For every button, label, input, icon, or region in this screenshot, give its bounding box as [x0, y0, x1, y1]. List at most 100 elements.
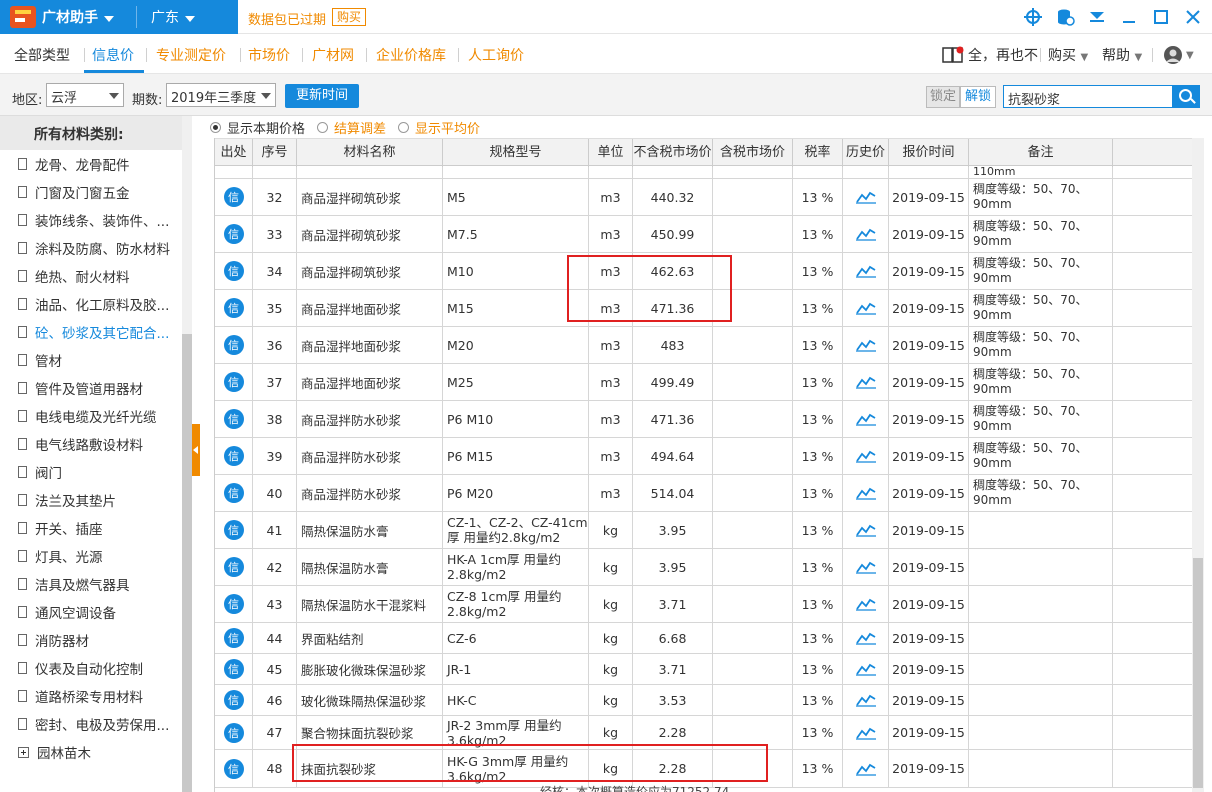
expand-icon[interactable] [18, 746, 29, 758]
settings-menu[interactable]: ▼ [1162, 45, 1194, 65]
radio-current-price[interactable] [210, 121, 221, 133]
trend-chart-icon[interactable] [855, 338, 876, 352]
trend-chart-icon[interactable] [855, 190, 876, 204]
info-source-icon[interactable]: 信 [223, 659, 244, 679]
table-row[interactable]: 110mm [215, 165, 1192, 179]
info-source-icon[interactable]: 信 [223, 446, 244, 466]
info-source-icon[interactable]: 信 [223, 758, 244, 779]
sidebar-item[interactable]: 绝热、耐火材料 [18, 262, 180, 290]
trend-chart-icon[interactable] [855, 523, 876, 537]
sidebar-item[interactable]: 洁具及燃气器具 [18, 570, 180, 598]
sidebar-item[interactable]: 砼、砂浆及其它配合... [18, 318, 180, 346]
locate-icon[interactable] [1022, 6, 1044, 28]
sidebar-item[interactable]: 油品、化工原料及胶... [18, 290, 180, 318]
info-source-icon[interactable]: 信 [223, 372, 244, 392]
buy-menu[interactable]: 购买 ▼ [1048, 45, 1088, 65]
col-number[interactable]: 序号 [253, 139, 297, 167]
table-row[interactable]: 信 46 玻化微珠隔热保温砂浆 HK-C kg 3.53 13 % 2019-09-15 [215, 685, 1192, 716]
lock-button[interactable]: 锁定 [926, 86, 960, 108]
search-icon[interactable] [1172, 85, 1200, 108]
info-source-icon[interactable]: 信 [223, 722, 244, 743]
info-source-icon[interactable]: 信 [223, 628, 244, 648]
period-select[interactable]: 2019年三季度 [166, 83, 276, 107]
trend-chart-icon[interactable] [855, 726, 876, 740]
sidebar-item[interactable]: 道路桥梁专用材料 [18, 682, 180, 710]
province-menu[interactable]: 广东 [151, 7, 195, 27]
database-icon[interactable] [1054, 6, 1076, 28]
table-scrollbar[interactable] [1192, 138, 1204, 792]
unlock-button[interactable]: 解锁 [960, 86, 996, 108]
table-row[interactable]: 信 41 隔热保温防水膏 CZ-1、CZ-2、CZ-41cm 厚 用量约2.8kg/m… [215, 512, 1192, 549]
close-icon[interactable] [1182, 6, 1204, 28]
trend-chart-icon[interactable] [855, 227, 876, 241]
sidebar-item[interactable]: 园林苗木 [18, 738, 180, 766]
col-history[interactable]: 历史价 [843, 139, 889, 167]
table-row[interactable]: 信 32 商品湿拌砌筑砂浆 M5 m3 440.32 13 % 2019-09-15 稠度等级：… [215, 179, 1192, 216]
app-name-menu[interactable]: 广材助手 [42, 7, 122, 27]
trend-chart-icon[interactable] [855, 301, 876, 315]
trend-chart-icon[interactable] [855, 375, 876, 389]
trend-chart-icon[interactable] [855, 486, 876, 500]
col-material-name[interactable]: 材料名称 [297, 139, 443, 167]
sidebar-item[interactable]: 通风空调设备 [18, 598, 180, 626]
update-time-button[interactable]: 更新时间 [285, 84, 359, 108]
sidebar-item[interactable]: 密封、电极及劳保用... [18, 710, 180, 738]
buy-button[interactable]: 购买 [332, 8, 367, 26]
radio-average-price[interactable] [398, 121, 410, 133]
tab-material-net[interactable]: 广材网 [312, 45, 354, 65]
sidebar-item[interactable]: 龙骨、龙骨配件 [18, 150, 180, 178]
tab-professional-price[interactable]: 专业测定价 [156, 45, 226, 65]
col-remarks[interactable]: 备注 [969, 139, 1113, 167]
maximize-icon[interactable] [1150, 6, 1172, 28]
tab-enterprise-price[interactable]: 企业价格库 [376, 45, 446, 65]
sidebar-item[interactable]: 装饰线条、装饰件、... [18, 206, 180, 234]
table-row[interactable]: 信 37 商品湿拌地面砂浆 M25 m3 499.49 13 % 2019-09-15 稠度等级… [215, 364, 1192, 401]
sidebar-item[interactable]: 仪表及自动化控制 [18, 654, 180, 682]
user-account[interactable]: 全，再也不 [942, 45, 1038, 65]
sidebar-item[interactable]: 管件及管道用器材 [18, 374, 180, 402]
table-row[interactable]: 信 39 商品湿拌防水砂浆 P6 M15 m3 494.64 13 % 2019-09-15 稠… [215, 438, 1192, 475]
trend-chart-icon[interactable] [855, 762, 876, 776]
info-source-icon[interactable]: 信 [223, 594, 244, 614]
table-row[interactable]: 信 35 商品湿拌地面砂浆 M15 m3 471.36 13 % 2019-09-15 稠度等级… [215, 290, 1192, 327]
sidebar-scrollbar[interactable] [182, 116, 192, 792]
trend-chart-icon[interactable] [855, 631, 876, 645]
table-row[interactable]: 信 33 商品湿拌砌筑砂浆 M7.5 m3 450.99 13 % 2019-09-15 稠度等… [215, 216, 1192, 253]
sidebar-item[interactable]: 涂料及防腐、防水材料 [18, 234, 180, 262]
scrollbar-thumb[interactable] [182, 334, 192, 792]
info-source-icon[interactable]: 信 [223, 261, 244, 281]
info-source-icon[interactable]: 信 [223, 483, 244, 503]
collapse-sidebar-handle[interactable] [192, 424, 200, 476]
trend-chart-icon[interactable] [855, 693, 876, 707]
trend-chart-icon[interactable] [855, 264, 876, 278]
info-source-icon[interactable]: 信 [223, 409, 244, 429]
trend-chart-icon[interactable] [855, 412, 876, 426]
search-input[interactable]: 抗裂砂浆 [1003, 85, 1173, 108]
table-row[interactable]: 信 34 商品湿拌砌筑砂浆 M10 m3 462.63 13 % 2019-09-15 稠度等级… [215, 253, 1192, 290]
trend-chart-icon[interactable] [855, 449, 876, 463]
tab-market-price[interactable]: 市场价 [248, 45, 290, 65]
tab-labor-inquiry[interactable]: 人工询价 [468, 45, 524, 65]
scrollbar-thumb[interactable] [1193, 558, 1203, 788]
sidebar-item[interactable]: 电气线路敷设材料 [18, 430, 180, 458]
table-row[interactable]: 信 36 商品湿拌地面砂浆 M20 m3 483 13 % 2019-09-15 稠度等级：50… [215, 327, 1192, 364]
trend-chart-icon[interactable] [855, 597, 876, 611]
col-tax-rate[interactable]: 税率 [793, 139, 843, 167]
info-source-icon[interactable]: 信 [223, 520, 244, 540]
sidebar-item[interactable]: 开关、插座 [18, 514, 180, 542]
sidebar-item[interactable]: 管材 [18, 346, 180, 374]
table-row[interactable]: 信 42 隔热保温防水膏 HK-A 1cm厚 用量约 2.8kg/m2 kg 3.95 13… [215, 549, 1192, 586]
col-price-incl-tax[interactable]: 含税市场价 [713, 139, 793, 167]
sidebar-item[interactable]: 门窗及门窗五金 [18, 178, 180, 206]
info-source-icon[interactable]: 信 [223, 187, 244, 207]
col-price-excl-tax[interactable]: 不含税市场价 [633, 139, 713, 167]
table-row[interactable]: 信 43 隔热保温防水干混浆料 CZ-8 1cm厚 用量约 2.8kg/m2 kg 3.7… [215, 586, 1192, 623]
sidebar-item[interactable]: 法兰及其垫片 [18, 486, 180, 514]
col-quote-date[interactable]: 报价时间 [889, 139, 969, 167]
table-row[interactable]: 信 45 膨胀玻化微珠保温砂浆 JR-1 kg 3.71 13 % 2019-09-15 [215, 654, 1192, 685]
info-source-icon[interactable]: 信 [223, 690, 244, 710]
minimize-icon[interactable] [1118, 6, 1140, 28]
col-source[interactable]: 出处 [215, 139, 253, 167]
table-row[interactable]: 信 44 界面粘结剂 CZ-6 kg 6.68 13 % 2019-09-15 [215, 623, 1192, 654]
trend-chart-icon[interactable] [855, 560, 876, 574]
